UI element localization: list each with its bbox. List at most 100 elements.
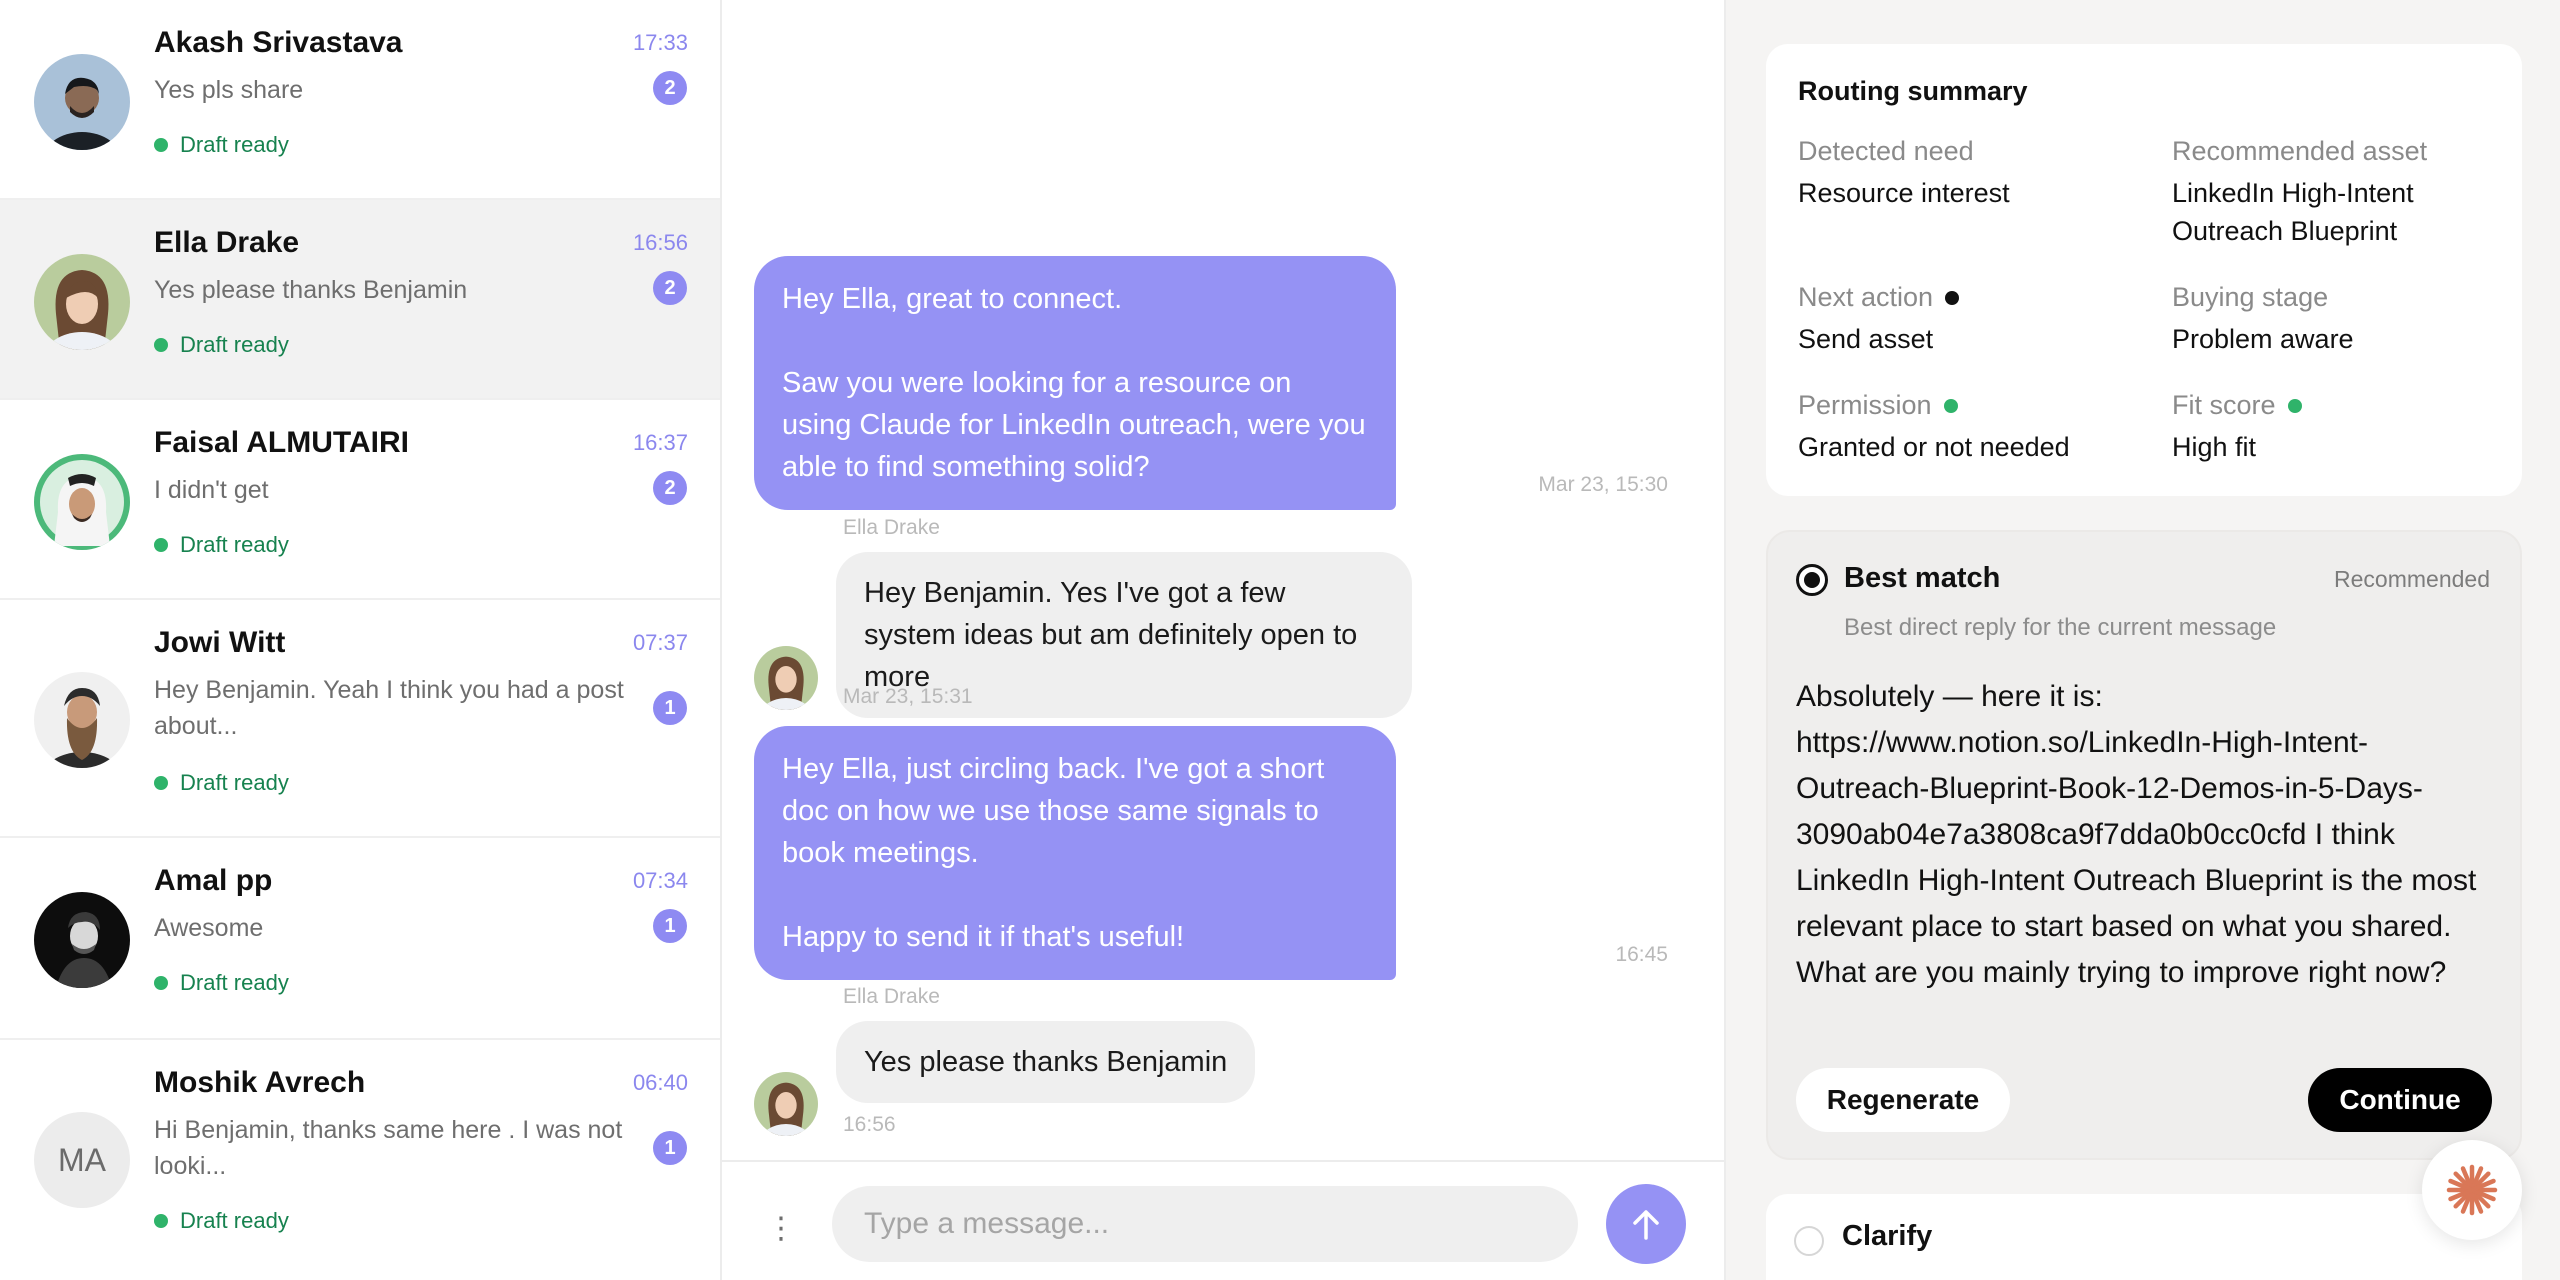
- recommended-asset-label: Recommended asset: [2172, 136, 2428, 166]
- status-dot-icon: [154, 138, 168, 152]
- outgoing-message: Hey Ella, just circling back. I've got a…: [754, 726, 1396, 980]
- draft-status: Draft ready: [154, 770, 289, 796]
- message-preview: Hey Benjamin. Yeah I think you had a pos…: [154, 676, 624, 740]
- message-timestamp: 16:45: [1615, 943, 1668, 966]
- incoming-message: Yes please thanks Benjamin: [836, 1021, 1256, 1103]
- draft-status-label: Draft ready: [180, 770, 289, 795]
- buying-stage-value: Problem aware: [2172, 324, 2354, 354]
- best-match-subtitle: Best direct reply for the current messag…: [1844, 614, 2277, 641]
- message-timestamp: 16:56: [843, 1113, 896, 1136]
- sender-name: Ella Drake: [843, 985, 940, 1008]
- unread-badge: 2: [653, 471, 687, 505]
- contact-name: Jowi Witt: [154, 626, 286, 659]
- draft-status: Draft ready: [154, 332, 289, 358]
- draft-status: Draft ready: [154, 1208, 289, 1234]
- regenerate-button[interactable]: Regenerate: [1796, 1068, 2010, 1132]
- assistant-panel: Routing summary Detected need Resource i…: [1724, 0, 2560, 1280]
- next-action-value: Send asset: [1798, 324, 1934, 354]
- avatar: [34, 892, 130, 988]
- unread-badge: 2: [653, 271, 687, 305]
- permission-label-text: Permission: [1798, 390, 1932, 420]
- message-text: Happy to send it if that's useful!: [782, 921, 1185, 953]
- sender-name: Ella Drake: [843, 516, 940, 539]
- assistant-fab[interactable]: [2422, 1140, 2522, 1240]
- clarify-card[interactable]: Clarify: [1766, 1194, 2522, 1280]
- conversation-time: 06:40: [632, 1070, 688, 1095]
- contact-name: Faisal ALMUTAIRI: [154, 426, 410, 459]
- outgoing-message: Hey Ella, great to connect. Saw you were…: [754, 256, 1396, 510]
- conversation-item[interactable]: MA Moshik Avrech 06:40 Hi Benjamin, than…: [0, 1040, 720, 1280]
- status-dot-icon: [154, 776, 168, 790]
- contact-name: Moshik Avrech: [154, 1066, 366, 1099]
- contact-avatar: [754, 1072, 818, 1136]
- clarify-radio[interactable]: [1794, 1226, 1824, 1256]
- next-action-label: Next action: [1798, 282, 1960, 313]
- more-options-icon[interactable]: ⋮: [766, 1214, 796, 1244]
- best-match-radio[interactable]: [1796, 564, 1828, 596]
- status-dot-icon: [154, 1214, 168, 1228]
- message-composer: ⋮: [722, 1160, 1724, 1280]
- starburst-icon: [2446, 1164, 2498, 1216]
- conversation-list: Akash Srivastava 17:33 Yes pls share 2 D…: [0, 0, 722, 1280]
- status-dot-icon: [154, 538, 168, 552]
- draft-status: Draft ready: [154, 970, 289, 996]
- conversation-time: 07:37: [632, 630, 688, 655]
- conversation-item[interactable]: Ella Drake 16:56 Yes please thanks Benja…: [0, 200, 720, 400]
- detected-need-label: Detected need: [1798, 136, 1974, 166]
- status-dot-icon: [2287, 398, 2302, 413]
- message-text: Hey Ella, great to connect.: [782, 283, 1123, 315]
- contact-name: Akash Srivastava: [154, 26, 403, 59]
- send-button[interactable]: [1606, 1184, 1686, 1264]
- message-text: Hey Ella, just circling back. I've got a…: [782, 753, 1325, 869]
- permission-label: Permission: [1798, 390, 1958, 421]
- message-input[interactable]: [832, 1186, 1578, 1262]
- message-preview: Yes pls share: [154, 76, 304, 104]
- routing-summary-card: Routing summary Detected need Resource i…: [1766, 44, 2522, 496]
- conversation-time: 16:37: [632, 430, 688, 455]
- avatar: [34, 254, 130, 350]
- message-preview: Awesome: [154, 914, 264, 942]
- avatar: [34, 672, 130, 768]
- fit-score-value: High fit: [2172, 432, 2257, 462]
- clarify-title: Clarify: [1842, 1220, 1933, 1252]
- best-match-card[interactable]: Best match Recommended Best direct reply…: [1766, 530, 2522, 1160]
- avatar: [34, 454, 130, 550]
- draft-status-label: Draft ready: [180, 1208, 289, 1233]
- draft-status-label: Draft ready: [180, 970, 289, 995]
- contact-name: Amal pp: [154, 864, 273, 897]
- message-preview: I didn't get: [154, 476, 269, 504]
- draft-status-label: Draft ready: [180, 132, 289, 157]
- routing-summary-title: Routing summary: [1798, 76, 2028, 106]
- draft-status: Draft ready: [154, 132, 289, 158]
- draft-status-label: Draft ready: [180, 532, 289, 557]
- status-dot-icon: [154, 976, 168, 990]
- suggested-reply-text: Absolutely — here it is: https://www.not…: [1796, 680, 2477, 989]
- chat-thread: Hey Ella, great to connect. Saw you were…: [722, 0, 1724, 1280]
- conversation-item[interactable]: Jowi Witt 07:37 Hey Benjamin. Yeah I thi…: [0, 600, 720, 838]
- conversation-time: 16:56: [632, 230, 688, 255]
- message-text: Saw you were looking for a resource on u…: [782, 367, 1366, 483]
- conversation-time: 07:34: [632, 868, 688, 893]
- conversation-item[interactable]: Akash Srivastava 17:33 Yes pls share 2 D…: [0, 0, 720, 200]
- avatar-initials: MA: [34, 1112, 130, 1208]
- best-match-title: Best match: [1844, 562, 2001, 594]
- permission-value: Granted or not needed: [1798, 432, 2070, 462]
- fit-score-label: Fit score: [2172, 390, 2302, 421]
- status-dot-icon: [1945, 290, 1960, 305]
- conversation-item[interactable]: Faisal ALMUTAIRI 16:37 I didn't get 2 Dr…: [0, 400, 720, 600]
- next-action-label-text: Next action: [1798, 282, 1934, 312]
- message-preview: Yes please thanks Benjamin: [154, 276, 468, 304]
- buying-stage-label: Buying stage: [2172, 282, 2329, 312]
- continue-button[interactable]: Continue: [2308, 1068, 2492, 1132]
- status-dot-icon: [154, 338, 168, 352]
- detected-need-value: Resource interest: [1798, 178, 2010, 208]
- conversation-time: 17:33: [632, 30, 688, 55]
- conversation-item[interactable]: Amal pp 07:34 Awesome 1 Draft ready: [0, 838, 720, 1040]
- draft-status-label: Draft ready: [180, 332, 289, 357]
- unread-badge: 1: [653, 1131, 687, 1165]
- recommended-tag: Recommended: [2334, 566, 2490, 592]
- message-timestamp: Mar 23, 15:30: [1538, 473, 1668, 496]
- unread-badge: 2: [653, 71, 687, 105]
- message-timestamp: Mar 23, 15:31: [843, 685, 973, 708]
- status-dot-icon: [1943, 398, 1958, 413]
